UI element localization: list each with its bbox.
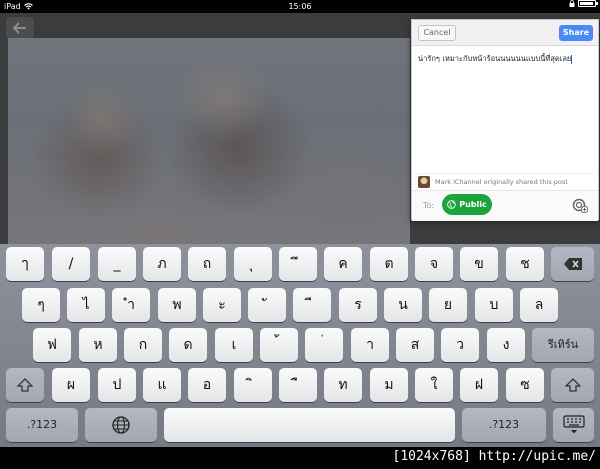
key[interactable]: ึ <box>279 247 317 281</box>
key[interactable]: น <box>384 288 422 322</box>
avatar <box>418 175 430 188</box>
key[interactable]: ๆ <box>22 288 60 322</box>
back-arrow-icon <box>12 22 26 34</box>
key[interactable]: ๅ <box>6 247 44 281</box>
key[interactable]: ง <box>487 328 525 362</box>
numbers-key-right[interactable]: .?123 <box>462 408 546 442</box>
key[interactable]: า <box>351 328 389 362</box>
key[interactable]: แ <box>143 368 181 402</box>
key[interactable]: พ <box>158 288 196 322</box>
key[interactable]: ้ <box>260 328 298 362</box>
public-audience-chip[interactable]: Public <box>442 194 492 215</box>
key[interactable]: ี <box>293 288 331 322</box>
backspace-icon <box>563 258 582 270</box>
key[interactable]: ท <box>324 368 362 402</box>
shift-icon <box>564 378 581 392</box>
key[interactable]: ช <box>506 247 544 281</box>
key[interactable]: ฝ <box>460 368 498 402</box>
key[interactable]: ก <box>124 328 162 362</box>
hide-keyboard-key[interactable] <box>553 408 594 442</box>
key[interactable]: จ <box>415 247 453 281</box>
to-label: To: <box>423 201 435 210</box>
post-text: น่ารักๆ เหมาะกับหน้าร้อนนนนนนแบบนี้ที่สุ… <box>418 54 572 63</box>
key[interactable]: ป <box>98 368 136 402</box>
status-bar: iPad 15:06 <box>0 0 600 13</box>
watermark-text: [1024x768] http://upic.me/ <box>392 449 597 464</box>
photo-dim-overlay <box>8 38 410 244</box>
back-button[interactable] <box>6 17 34 39</box>
key[interactable]: ถ <box>188 247 226 281</box>
key[interactable]: ผ <box>52 368 90 402</box>
origin-text: Mark iChannel originally shared this pos… <box>435 177 568 186</box>
post-text-input[interactable]: น่ารักๆ เหมาะกับหน้าร้อนนนนนนแบบนี้ที่สุ… <box>418 53 594 65</box>
key[interactable]: ส <box>396 328 434 362</box>
numbers-key-left[interactable]: .?123 <box>6 408 78 442</box>
key[interactable]: ุ <box>234 247 272 281</box>
key[interactable]: ั <box>248 288 286 322</box>
key[interactable]: ำ <box>112 288 150 322</box>
key[interactable]: ค <box>324 247 362 281</box>
add-circles-icon[interactable] <box>572 197 588 213</box>
key[interactable]: เ <box>215 328 253 362</box>
key[interactable]: ะ <box>203 288 241 322</box>
cancel-button[interactable]: Cancel <box>418 25 456 41</box>
share-button[interactable]: Share <box>559 25 593 41</box>
audience-row: To: Public <box>412 190 598 221</box>
shift-icon <box>17 378 33 392</box>
key[interactable]: ด <box>169 328 207 362</box>
status-time: 15:06 <box>288 2 312 11</box>
key[interactable]: _ <box>98 247 136 281</box>
key[interactable]: ิ <box>234 368 272 402</box>
battery-icon <box>578 0 598 7</box>
key[interactable]: ต <box>370 247 408 281</box>
key[interactable]: ล <box>520 288 558 322</box>
key[interactable]: อ <box>188 368 226 402</box>
key[interactable]: ื <box>279 368 317 402</box>
share-dialog: Cancel Share น่ารักๆ เหมาะกับหน้าร้อนนนน… <box>411 19 599 221</box>
delete-key[interactable] <box>551 247 594 281</box>
key[interactable]: ม <box>370 368 408 402</box>
shift-key-right[interactable] <box>551 368 594 402</box>
key[interactable]: ซ <box>506 368 544 402</box>
on-screen-keyboard: ๅ / _ ภ ถ ุ ึ ค ต จ ข ช ๆ ไ ำ พ ะ ั ี ร … <box>0 244 600 447</box>
key[interactable]: บ <box>475 288 513 322</box>
key[interactable]: ข <box>460 247 498 281</box>
key[interactable]: ย <box>429 288 467 322</box>
globe-icon <box>112 416 130 434</box>
key[interactable]: ว <box>441 328 479 362</box>
globe-key[interactable] <box>85 408 157 442</box>
key[interactable]: ใ <box>415 368 453 402</box>
key[interactable]: ภ <box>143 247 181 281</box>
key[interactable]: ่ <box>305 328 343 362</box>
public-label: Public <box>459 200 487 209</box>
space-bar[interactable] <box>164 408 455 442</box>
globe-icon <box>447 200 457 209</box>
origin-attribution: Mark iChannel originally shared this pos… <box>418 173 594 188</box>
text-caret <box>571 54 573 64</box>
keyboard-hide-icon <box>562 415 585 434</box>
key[interactable]: ห <box>79 328 117 362</box>
key[interactable]: ร <box>339 288 377 322</box>
watermark-bar: [1024x768] http://upic.me/ <box>0 447 600 469</box>
shift-key-left[interactable] <box>6 368 44 402</box>
key[interactable]: ไ <box>67 288 105 322</box>
rotation-lock-icon <box>569 0 575 7</box>
key[interactable]: / <box>52 247 90 281</box>
key[interactable]: ฟ <box>33 328 71 362</box>
share-dialog-header: Cancel Share <box>412 20 598 46</box>
return-key[interactable]: รีเทิร์น <box>532 328 594 362</box>
